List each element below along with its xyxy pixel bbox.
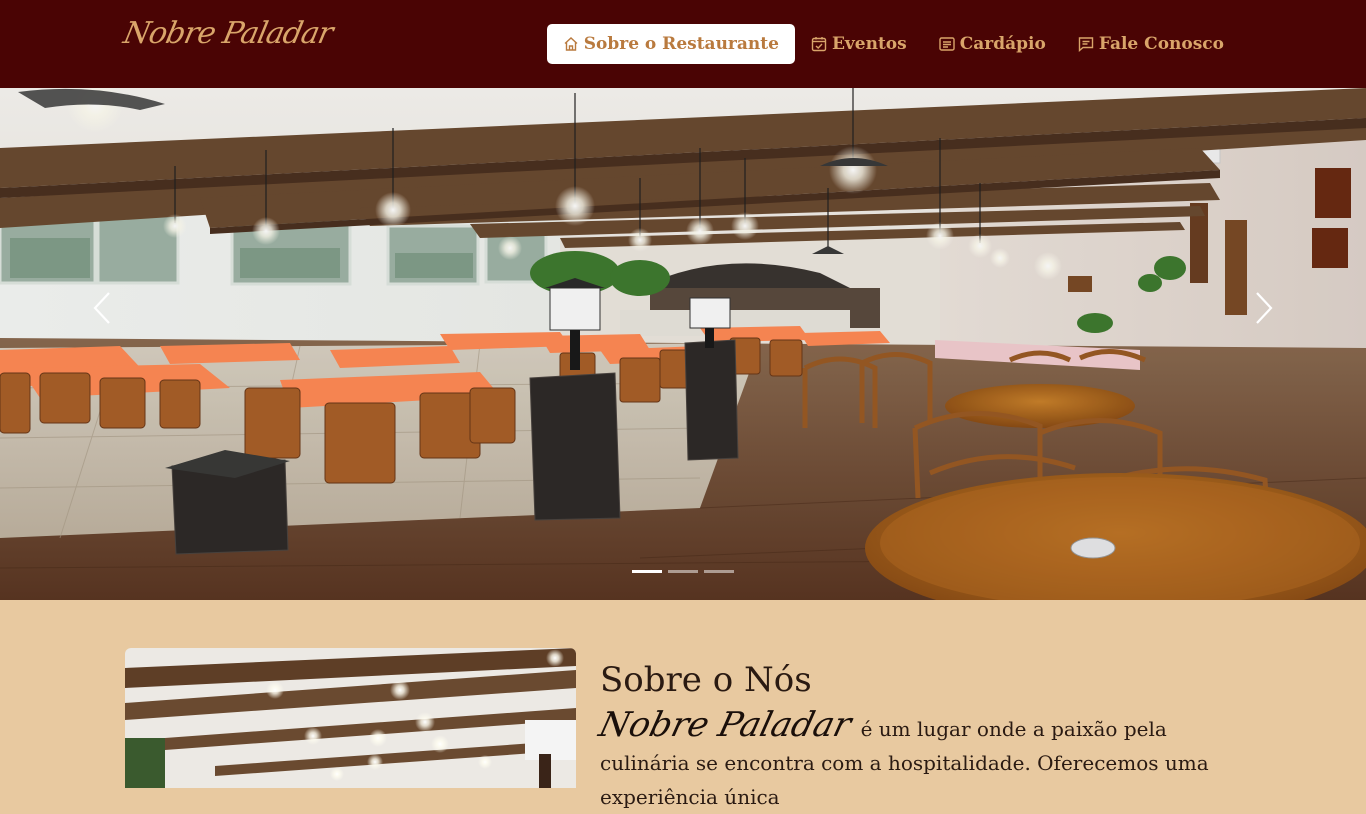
chevron-right-icon: [1256, 292, 1273, 324]
chevron-left-icon: [93, 292, 110, 324]
nav-item-fale-conosco[interactable]: Fale Conosco: [1062, 24, 1240, 64]
restaurant-interior-photo: [0, 88, 1366, 600]
nav-item-eventos[interactable]: Eventos: [795, 24, 923, 64]
restaurant-interior-thumbnail: [125, 648, 576, 788]
home-icon: [564, 37, 578, 51]
carousel-prev-button[interactable]: [72, 278, 132, 338]
nav-item-label: Cardápio: [959, 34, 1046, 54]
hero-carousel: [0, 88, 1366, 600]
nav-item-label: Fale Conosco: [1098, 34, 1224, 54]
carousel-next-button[interactable]: [1234, 278, 1294, 338]
main-nav: Sobre o Restaurante Eventos Cardápio Fal…: [546, 24, 1240, 64]
about-title: Sobre o Nós: [600, 660, 812, 700]
menu-list-icon: [939, 37, 955, 51]
carousel-indicator-1[interactable]: [632, 570, 662, 573]
about-text: Nobre Paladar é um lugar onde a paixão p…: [595, 705, 1240, 814]
carousel-indicator-2[interactable]: [668, 570, 698, 573]
nav-item-label: Sobre o Restaurante: [583, 34, 779, 54]
nav-item-sobre[interactable]: Sobre o Restaurante: [546, 24, 795, 64]
about-image: [125, 648, 576, 788]
carousel-indicator-3[interactable]: [704, 570, 734, 573]
navbar: Nobre Paladar Sobre o Restaurante Evento…: [0, 0, 1366, 88]
carousel-indicators: [632, 570, 734, 573]
chat-icon: [1078, 37, 1094, 52]
calendar-check-icon: [811, 37, 827, 52]
brand-logo[interactable]: Nobre Paladar: [120, 16, 335, 51]
nav-item-label: Eventos: [831, 34, 907, 54]
about-brand-name: Nobre Paladar: [595, 705, 856, 745]
nav-item-cardapio[interactable]: Cardápio: [923, 24, 1062, 64]
